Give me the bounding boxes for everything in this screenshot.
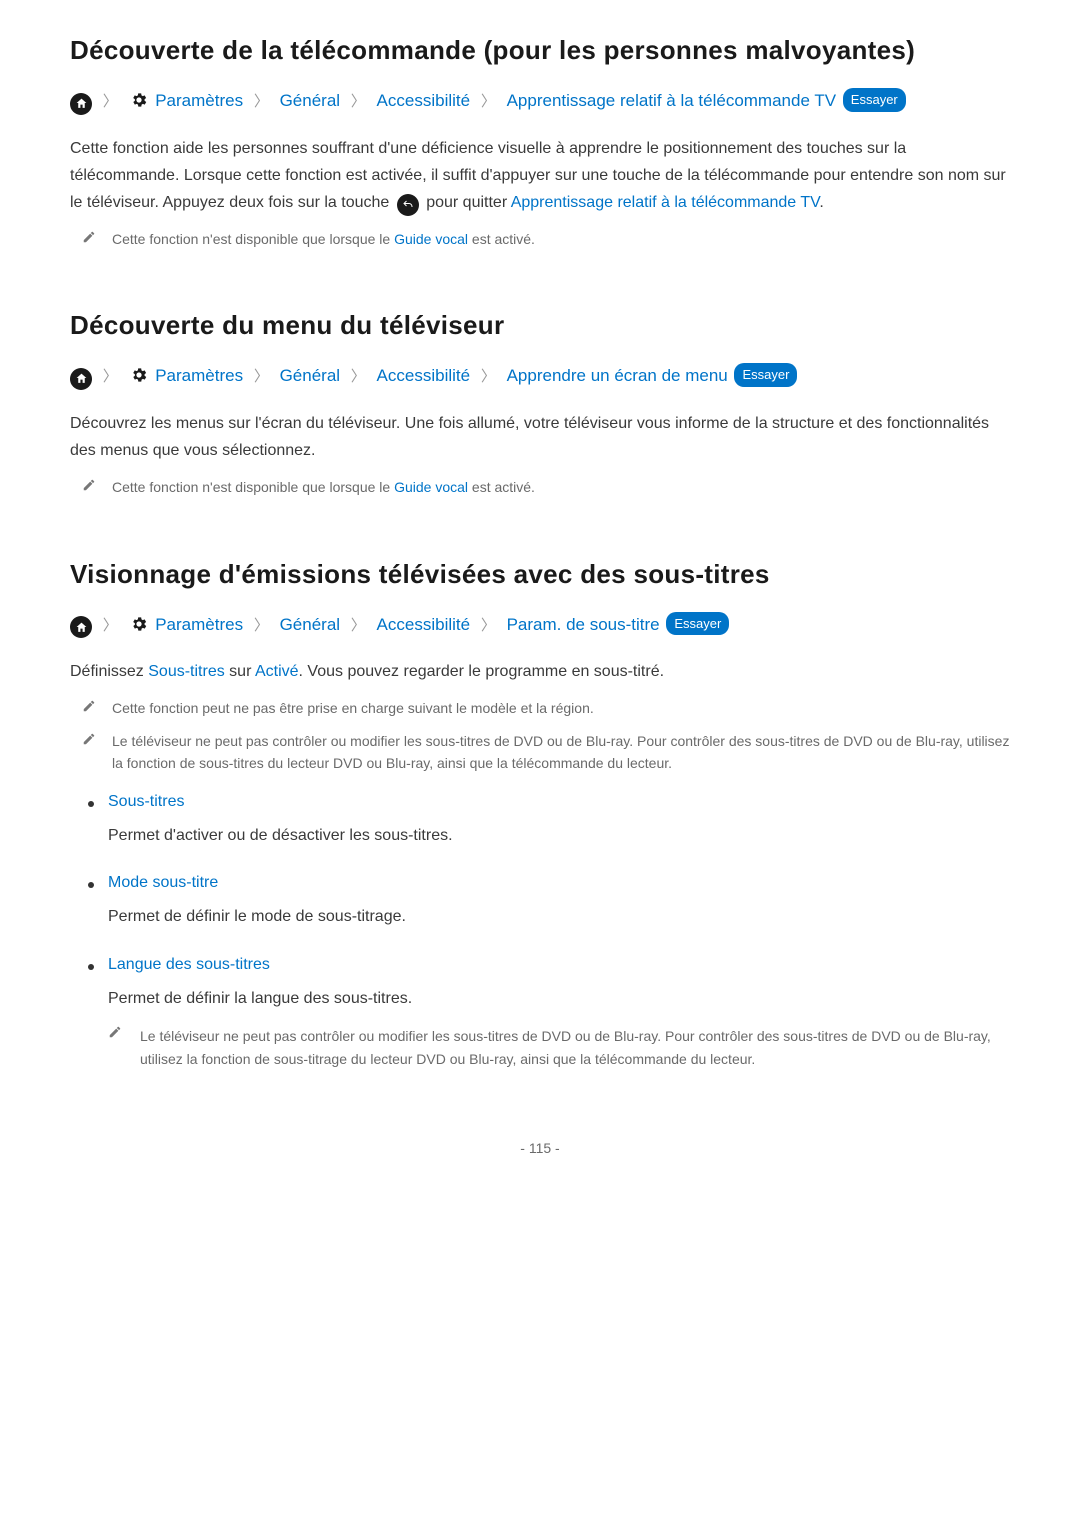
home-icon [70, 616, 92, 638]
body-b: sur [225, 663, 255, 680]
chevron-icon: 〉 [254, 93, 269, 110]
nav-path-3: 〉 Paramètres 〉 Général 〉 Accessibilité 〉… [70, 612, 1010, 639]
try-badge[interactable]: Essayer [843, 88, 906, 112]
try-badge[interactable]: Essayer [734, 363, 797, 387]
body-c: . Vous pouvez regarder le programme en s… [299, 663, 665, 680]
path-last[interactable]: Apprendre un écran de menu [507, 366, 728, 385]
nested-note: Le téléviseur ne peut pas contrôler ou m… [108, 1025, 1010, 1070]
heading-remote-discovery: Découverte de la télécommande (pour les … [70, 35, 1010, 66]
pencil-icon [82, 699, 96, 718]
body-a: Définissez [70, 663, 148, 680]
note-text: Le téléviseur ne peut pas contrôler ou m… [140, 1025, 1010, 1070]
note-a: Cette fonction n'est disponible que lors… [112, 479, 394, 495]
note-text: Cette fonction n'est disponible que lors… [112, 228, 535, 250]
inline-link-2[interactable]: Activé [255, 663, 299, 680]
pencil-icon [108, 1025, 122, 1044]
note-text: Cette fonction peut ne pas être prise en… [112, 697, 594, 719]
path-settings[interactable]: Paramètres [155, 366, 243, 385]
body-part-d: . [819, 194, 823, 211]
home-icon [70, 368, 92, 390]
try-badge[interactable]: Essayer [666, 612, 729, 636]
gear-icon [130, 91, 148, 109]
body-text: Découvrez les menus sur l'écran du télév… [70, 410, 1010, 464]
path-general[interactable]: Général [280, 615, 340, 634]
chevron-icon: 〉 [351, 93, 366, 110]
heading-subtitles: Visionnage d'émissions télévisées avec d… [70, 559, 1010, 590]
bullet-title[interactable]: Sous-titres [108, 793, 1010, 811]
path-settings[interactable]: Paramètres [155, 91, 243, 110]
note: Cette fonction n'est disponible que lors… [82, 476, 1010, 498]
chevron-icon: 〉 [351, 368, 366, 385]
bullet-title[interactable]: Langue des sous-titres [108, 956, 1010, 974]
home-icon [70, 93, 92, 115]
bullet-desc: Permet d'activer ou de désactiver les so… [108, 827, 453, 844]
path-accessibility[interactable]: Accessibilité [377, 91, 471, 110]
nav-path-2: 〉 Paramètres 〉 Général 〉 Accessibilité 〉… [70, 363, 1010, 390]
gear-icon [130, 366, 148, 384]
pencil-icon [82, 732, 96, 751]
chevron-icon: 〉 [103, 93, 118, 110]
note-link[interactable]: Guide vocal [394, 479, 468, 495]
note-a: Cette fonction n'est disponible que lors… [112, 231, 394, 247]
note-2: Le téléviseur ne peut pas contrôler ou m… [82, 730, 1010, 775]
list-item: Sous-titres Permet d'activer ou de désac… [88, 793, 1010, 849]
chevron-icon: 〉 [481, 93, 496, 110]
chevron-icon: 〉 [254, 368, 269, 385]
path-general[interactable]: Général [280, 366, 340, 385]
pencil-icon [82, 478, 96, 497]
bullet-title[interactable]: Mode sous-titre [108, 874, 1010, 892]
pencil-icon [82, 230, 96, 249]
body-text: Définissez Sous-titres sur Activé. Vous … [70, 658, 1010, 685]
note-b: est activé. [468, 231, 535, 247]
chevron-icon: 〉 [254, 617, 269, 634]
section-remote-discovery: Découverte de la télécommande (pour les … [70, 35, 1010, 250]
inline-link-1[interactable]: Sous-titres [148, 663, 224, 680]
bullet-desc: Permet de définir le mode de sous-titrag… [108, 908, 406, 925]
body-text: Cette fonction aide les personnes souffr… [70, 135, 1010, 217]
chevron-icon: 〉 [481, 617, 496, 634]
gear-icon [130, 615, 148, 633]
chevron-icon: 〉 [481, 368, 496, 385]
note-link[interactable]: Guide vocal [394, 231, 468, 247]
note-text: Cette fonction n'est disponible que lors… [112, 476, 535, 498]
note-b: est activé. [468, 479, 535, 495]
section-tv-menu: Découverte du menu du téléviseur 〉 Param… [70, 310, 1010, 498]
chevron-icon: 〉 [103, 617, 118, 634]
note-text: Le téléviseur ne peut pas contrôler ou m… [112, 730, 1010, 775]
bullet-desc: Permet de définir la langue des sous-tit… [108, 990, 412, 1007]
chevron-icon: 〉 [351, 617, 366, 634]
path-accessibility[interactable]: Accessibilité [377, 366, 471, 385]
bullet-list: Sous-titres Permet d'activer ou de désac… [88, 793, 1010, 1071]
path-last[interactable]: Param. de sous-titre [507, 615, 660, 634]
heading-tv-menu: Découverte du menu du téléviseur [70, 310, 1010, 341]
inline-link[interactable]: Apprentissage relatif à la télécommande … [511, 194, 820, 211]
note-1: Cette fonction peut ne pas être prise en… [82, 697, 1010, 719]
path-last[interactable]: Apprentissage relatif à la télécommande … [507, 91, 836, 110]
body-part-b: pour quitter [426, 194, 511, 211]
path-accessibility[interactable]: Accessibilité [377, 615, 471, 634]
section-subtitles: Visionnage d'émissions télévisées avec d… [70, 559, 1010, 1070]
note: Cette fonction n'est disponible que lors… [82, 228, 1010, 250]
list-item: Mode sous-titre Permet de définir le mod… [88, 874, 1010, 930]
page-number: - 115 - [70, 1140, 1010, 1156]
path-settings[interactable]: Paramètres [155, 615, 243, 634]
path-general[interactable]: Général [280, 91, 340, 110]
nav-path-1: 〉 Paramètres 〉 Général 〉 Accessibilité 〉… [70, 88, 1010, 115]
chevron-icon: 〉 [103, 368, 118, 385]
back-icon [397, 194, 419, 216]
list-item: Langue des sous-titres Permet de définir… [88, 956, 1010, 1070]
